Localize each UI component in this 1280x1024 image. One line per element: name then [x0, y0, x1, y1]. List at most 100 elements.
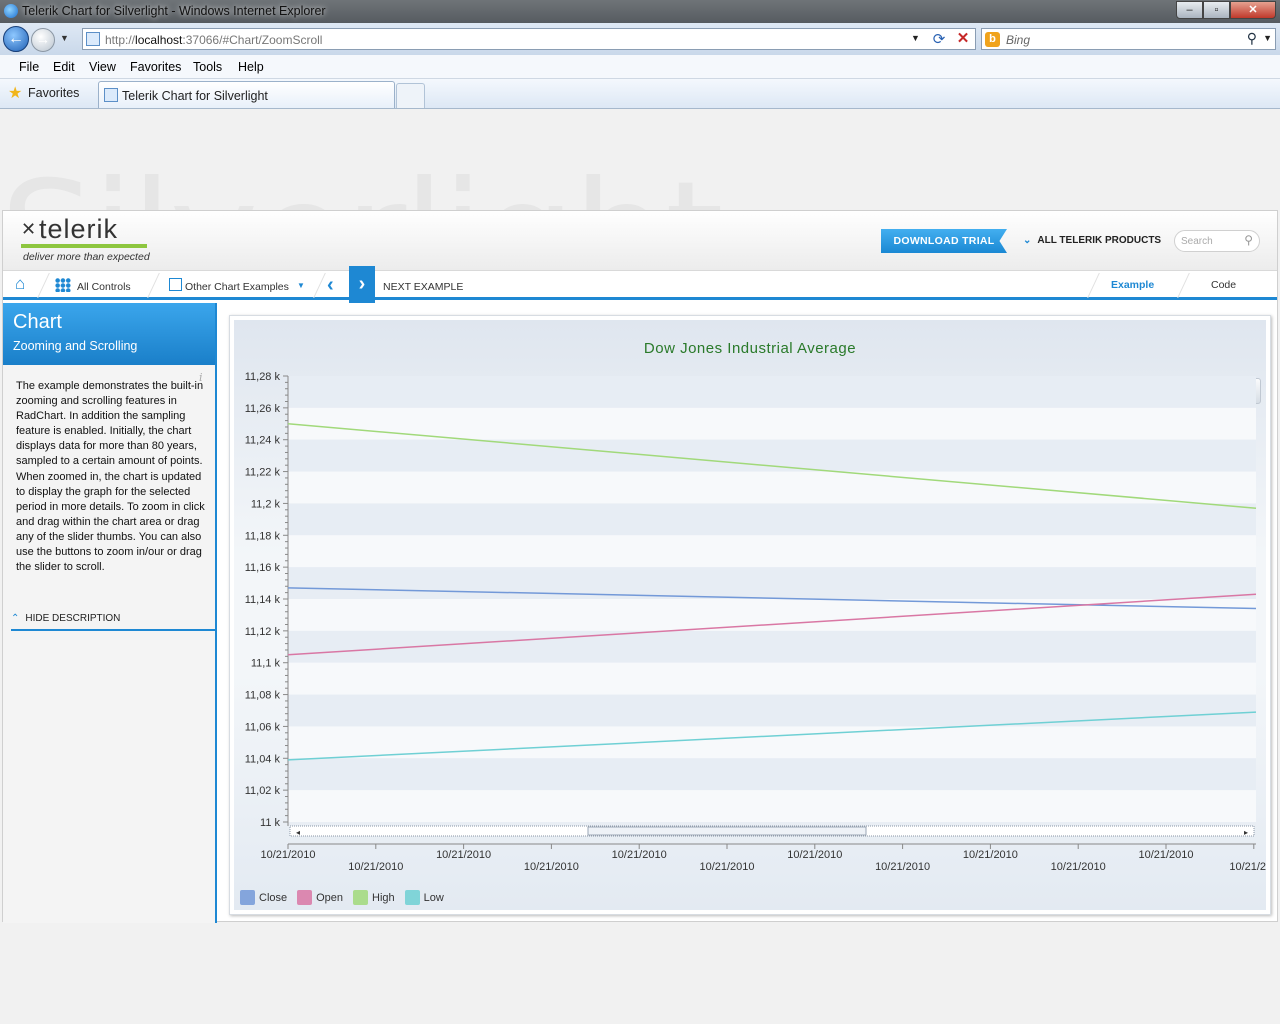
x-tick-label: 10/21/2010	[612, 849, 667, 861]
next-example-arrow-icon[interactable]: ›	[349, 266, 375, 303]
chevron-up-icon: ⌃	[11, 613, 20, 624]
site-search-input[interactable]: Search ⚲	[1174, 230, 1260, 252]
y-tick-label: 11,02 k	[245, 785, 281, 797]
minimize-button[interactable]: ‒	[1176, 1, 1203, 19]
grid-stripe	[288, 407, 1256, 440]
address-bar[interactable]: http://localhost:37066/#Chart/ZoomScroll…	[82, 28, 976, 50]
y-tick-label: 11,22 k	[245, 467, 281, 479]
other-chart-examples-dropdown[interactable]: Other Chart Examples	[185, 281, 289, 293]
x-tick-label: 10/21/2010	[1138, 849, 1193, 861]
grid-stripe	[288, 503, 1256, 536]
favorites-bar: ★ Favorites Telerik Chart for Silverligh…	[0, 79, 1280, 109]
grid-stripe	[288, 662, 1256, 695]
menu-view[interactable]: View	[89, 60, 116, 74]
tab-label: Telerik Chart for Silverlight	[122, 89, 268, 103]
previous-example-arrow-icon[interactable]: ‹	[327, 274, 334, 297]
browser-navbar: ← → ▼ http://localhost:37066/#Chart/Zoom…	[0, 23, 1280, 55]
bing-icon: b	[985, 32, 1000, 47]
x-tick-label: 10/21/201	[1229, 861, 1266, 873]
nav-separator	[1087, 273, 1100, 298]
chart-area[interactable]: Dow Jones Industrial Average ⊕ ⊖ 11,28 k…	[234, 320, 1266, 910]
all-products-menu[interactable]: ⌄ ALL TELERIK PRODUCTS	[1023, 235, 1161, 246]
x-tick-label: 10/21/2010	[436, 849, 491, 861]
menu-favorites[interactable]: Favorites	[130, 60, 181, 74]
legend-item: High	[353, 890, 395, 905]
sidebar-header: Chart Zooming and Scrolling	[3, 303, 215, 365]
favorites-button[interactable]: Favorites	[28, 86, 79, 100]
legend-swatch	[404, 890, 420, 905]
tab-code[interactable]: Code	[1211, 279, 1236, 291]
stop-icon[interactable]: ✕	[953, 29, 973, 49]
address-url[interactable]: http://localhost:37066/#Chart/ZoomScroll	[105, 33, 322, 47]
demo-nav: ⌂ All Controls Other Chart Examples ▼ ‹ …	[3, 266, 1277, 303]
site-favicon-icon	[86, 32, 100, 46]
x-tick-label: 10/21/2010	[699, 861, 754, 873]
x-tick-label: 10/21/2010	[963, 849, 1018, 861]
x-tick-label: 10/21/2010	[1051, 861, 1106, 873]
legend-label: Close	[259, 891, 288, 904]
page-content: Silverlight ✕ telerik deliver more than …	[0, 110, 1280, 1024]
search-icon[interactable]: ⚲	[1247, 30, 1257, 47]
example-description: The example demonstrates the built-in zo…	[16, 380, 205, 574]
nav-separator	[313, 273, 326, 298]
maximize-button[interactable]: ▫	[1203, 1, 1230, 19]
chart-legend: Close Open High Low	[240, 890, 444, 905]
menu-file[interactable]: File	[19, 60, 39, 74]
legend-swatch	[240, 890, 255, 905]
y-tick-label: 11,1 k	[251, 658, 281, 670]
grid-icon	[55, 278, 71, 292]
history-dropdown-icon[interactable]: ▼	[60, 33, 69, 43]
window-titlebar: Telerik Chart for Silverlight - Windows …	[0, 0, 1280, 23]
tab-example[interactable]: Example	[1111, 279, 1154, 291]
chart-container: Dow Jones Industrial Average ⊕ ⊖ 11,28 k…	[229, 315, 1271, 915]
y-tick-label: 11 k	[260, 817, 280, 829]
grid-stripe	[288, 758, 1256, 791]
hide-description-button[interactable]: ⌃ HIDE DESCRIPTION	[11, 613, 215, 631]
x-tick-label: 10/21/2010	[260, 849, 315, 861]
next-example-link[interactable]: NEXT EXAMPLE	[383, 281, 463, 293]
search-dropdown-icon[interactable]: ▼	[1263, 33, 1272, 43]
y-tick-label: 11,2 k	[251, 498, 281, 510]
menu-tools[interactable]: Tools	[193, 60, 222, 74]
description-sidebar: Chart Zooming and Scrolling i The exampl…	[3, 303, 217, 923]
address-dropdown-icon[interactable]: ▼	[911, 33, 920, 43]
grid-stripe	[288, 471, 1256, 504]
search-placeholder[interactable]: Bing	[1006, 33, 1030, 47]
download-trial-button[interactable]: DOWNLOAD TRIAL	[881, 229, 1007, 253]
grid-stripe	[288, 535, 1256, 568]
site-search-icon[interactable]: ⚲	[1244, 233, 1253, 247]
back-button[interactable]: ←	[3, 26, 29, 52]
x-tick-label: 10/21/2010	[524, 861, 579, 873]
menu-edit[interactable]: Edit	[53, 60, 75, 74]
new-tab-button[interactable]	[396, 83, 425, 108]
site-search-placeholder[interactable]: Search	[1181, 236, 1213, 247]
forward-button[interactable]: →	[31, 28, 55, 52]
y-tick-label: 11,28 k	[245, 371, 281, 383]
ie-icon	[4, 4, 18, 18]
sidebar-title: Chart	[13, 311, 62, 333]
refresh-icon[interactable]: ⟳	[929, 30, 949, 48]
grid-stripe	[288, 567, 1256, 599]
browser-search-box[interactable]: b Bing ⚲ ▼	[981, 28, 1276, 50]
window-controls: ‒ ▫ ✕	[1176, 1, 1276, 19]
grid-stripe	[288, 630, 1256, 663]
menu-help[interactable]: Help	[238, 60, 264, 74]
y-tick-label: 11,06 k	[245, 721, 281, 733]
window-title: Telerik Chart for Silverlight - Windows …	[22, 4, 326, 18]
browser-tab[interactable]: Telerik Chart for Silverlight	[98, 81, 395, 108]
grid-stripe	[288, 726, 1256, 759]
telerik-logo[interactable]: telerik	[39, 214, 118, 245]
plot-area[interactable]: 11,28 k 11,26 k 11,24 k 11,22 k 11,2 k 11,18 …	[234, 320, 1266, 885]
legend-swatch	[297, 890, 313, 905]
chevron-down-icon: ⌄	[1023, 235, 1032, 246]
chevron-down-icon[interactable]: ▼	[297, 281, 305, 290]
home-icon[interactable]: ⌂	[15, 275, 33, 292]
chart-icon	[169, 278, 182, 291]
favorites-star-icon[interactable]: ★	[8, 83, 22, 103]
legend-label: Low	[423, 891, 444, 904]
y-tick-label: 11,18 k	[245, 530, 281, 542]
legend-item: Low	[404, 890, 444, 905]
all-controls-link[interactable]: All Controls	[77, 281, 131, 293]
y-tick-label: 11,26 k	[245, 403, 281, 415]
close-window-button[interactable]: ✕	[1230, 1, 1276, 19]
